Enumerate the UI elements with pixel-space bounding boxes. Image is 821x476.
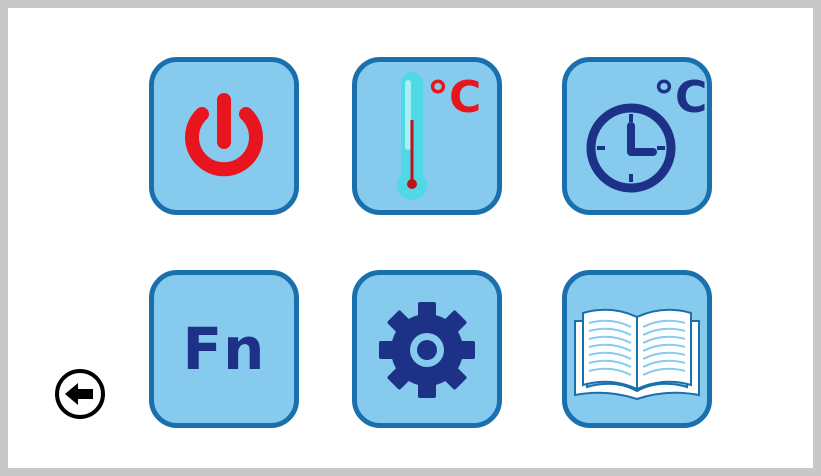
manual-button[interactable]: [562, 270, 712, 428]
function-button[interactable]: Fn: [149, 270, 299, 428]
celsius-label: °C: [427, 72, 482, 123]
back-arrow-icon: [55, 369, 105, 419]
temperature-button[interactable]: °C: [352, 57, 502, 215]
power-button[interactable]: [149, 57, 299, 215]
back-button[interactable]: [53, 367, 107, 421]
gear-icon: [379, 302, 475, 398]
screen: °C °C Fn: [0, 0, 821, 476]
book-icon: [574, 308, 700, 401]
power-icon: [185, 93, 263, 177]
settings-button[interactable]: [352, 270, 502, 428]
timer-button[interactable]: °C: [562, 57, 712, 215]
fn-icon: Fn: [182, 315, 266, 383]
clock-celsius-label: °C: [653, 72, 708, 123]
